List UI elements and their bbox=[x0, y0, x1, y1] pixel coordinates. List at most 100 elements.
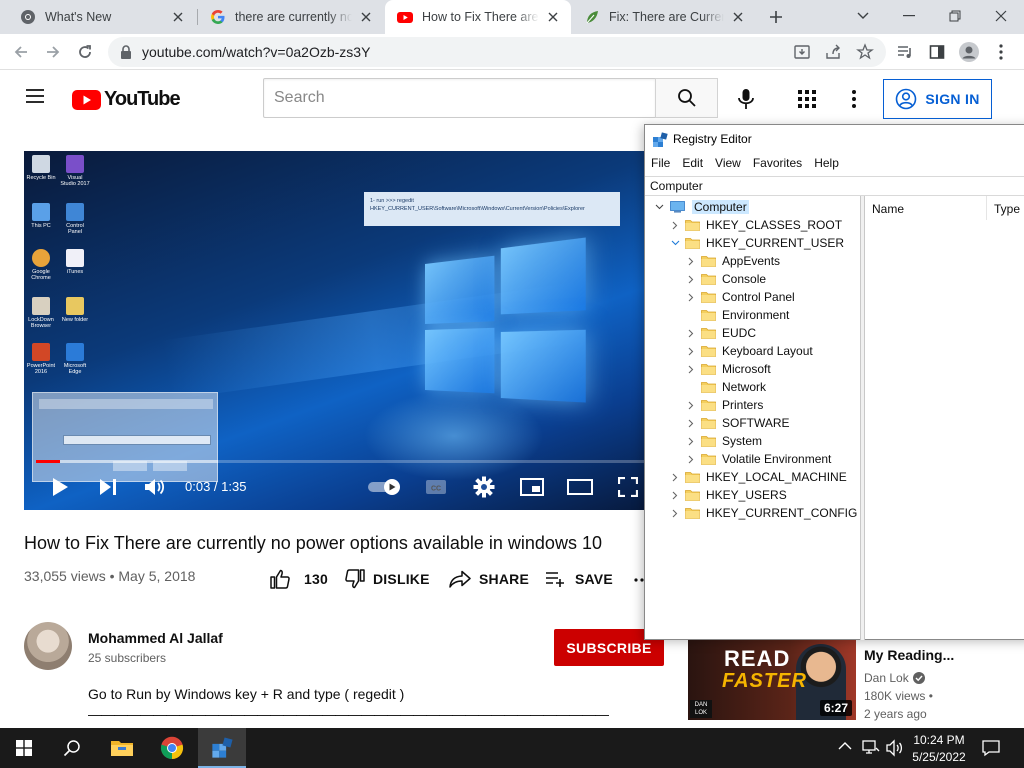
chevron-right-icon[interactable] bbox=[685, 327, 697, 339]
taskbar-clock[interactable]: 10:24 PM 5/25/2022 bbox=[908, 732, 970, 766]
column-header-type[interactable]: Type bbox=[987, 196, 1024, 220]
chrome-menu-icon[interactable] bbox=[988, 39, 1014, 65]
sign-in-button[interactable]: SIGN IN bbox=[883, 79, 992, 119]
registry-key-hkey-current-user[interactable]: HKEY_CURRENT_USER bbox=[669, 234, 844, 252]
theater-mode-icon[interactable] bbox=[566, 473, 594, 501]
registry-key-software[interactable]: SOFTWARE bbox=[685, 414, 790, 432]
chevron-right-icon[interactable] bbox=[685, 435, 697, 447]
tab-search-icon[interactable] bbox=[840, 0, 886, 32]
close-tab-icon[interactable] bbox=[730, 9, 746, 25]
registry-key-printers[interactable]: Printers bbox=[685, 396, 763, 414]
autoplay-toggle[interactable] bbox=[366, 473, 404, 501]
registry-key-hkey-local-machine[interactable]: HKEY_LOCAL_MACHINE bbox=[669, 468, 847, 486]
tab-whats-new[interactable]: What's New bbox=[8, 0, 196, 34]
registry-key-volatile-environment[interactable]: Volatile Environment bbox=[685, 450, 831, 468]
registry-key-hkey-current-config[interactable]: HKEY_CURRENT_CONFIG bbox=[669, 504, 857, 522]
chevron-right-icon[interactable] bbox=[669, 219, 681, 231]
youtube-logo[interactable]: YouTube bbox=[72, 88, 181, 111]
chevron-down-icon[interactable] bbox=[669, 237, 681, 249]
dislike-button[interactable]: DISLIKE bbox=[345, 568, 430, 590]
captions-icon[interactable]: CC bbox=[422, 473, 450, 501]
chevron-right-icon[interactable] bbox=[685, 291, 697, 303]
apps-grid-icon[interactable] bbox=[797, 89, 817, 109]
show-hidden-icons-chevron[interactable] bbox=[838, 741, 852, 751]
tab-google-search[interactable]: there are currently no power options ava… bbox=[198, 0, 384, 34]
play-button[interactable] bbox=[46, 473, 74, 501]
registry-key-hkey-classes-root[interactable]: HKEY_CLASSES_ROOT bbox=[669, 216, 842, 234]
channel-name[interactable]: Mohammed Al Jallaf bbox=[88, 630, 223, 646]
related-video-title[interactable]: My Reading... bbox=[864, 647, 954, 663]
new-tab-button[interactable] bbox=[764, 7, 788, 27]
registry-address-bar[interactable]: Computer bbox=[645, 176, 1024, 196]
chevron-right-icon[interactable] bbox=[669, 507, 681, 519]
related-video-channel[interactable]: Dan Lok bbox=[864, 671, 925, 685]
registry-key-console[interactable]: Console bbox=[685, 270, 766, 288]
registry-key-microsoft[interactable]: Microsoft bbox=[685, 360, 771, 378]
registry-key-eudc[interactable]: EUDC bbox=[685, 324, 756, 342]
menu-favorites[interactable]: Favorites bbox=[753, 156, 808, 174]
settings-more-icon[interactable] bbox=[852, 90, 856, 108]
start-button[interactable] bbox=[0, 728, 48, 768]
close-tab-icon[interactable] bbox=[170, 9, 186, 25]
registry-key-computer[interactable]: Computer bbox=[653, 198, 749, 216]
video-progress-bar[interactable] bbox=[36, 460, 644, 463]
chrome-taskbar-icon[interactable] bbox=[148, 728, 196, 768]
menu-help[interactable]: Help bbox=[814, 156, 845, 174]
notification-center-icon[interactable] bbox=[982, 739, 1000, 757]
menu-file[interactable]: File bbox=[651, 156, 676, 174]
menu-edit[interactable]: Edit bbox=[682, 156, 709, 174]
close-tab-icon[interactable] bbox=[545, 9, 561, 25]
chevron-down-icon[interactable] bbox=[653, 201, 665, 213]
registry-key-environment[interactable]: Environment bbox=[685, 306, 789, 324]
chevron-right-icon[interactable] bbox=[685, 417, 697, 429]
restore-button[interactable] bbox=[932, 0, 978, 32]
fullscreen-icon[interactable] bbox=[614, 473, 642, 501]
next-button[interactable] bbox=[96, 473, 120, 501]
bookmark-star-icon[interactable] bbox=[856, 43, 874, 61]
menu-view[interactable]: View bbox=[715, 156, 747, 174]
install-icon[interactable] bbox=[793, 43, 811, 61]
close-window-button[interactable] bbox=[978, 0, 1024, 32]
registry-key-keyboard-layout[interactable]: Keyboard Layout bbox=[685, 342, 813, 360]
registry-editor-taskbar-icon[interactable] bbox=[198, 728, 246, 768]
side-panel-icon[interactable] bbox=[924, 39, 950, 65]
address-bar[interactable]: youtube.com/watch?v=0a2Ozb-zs3Y bbox=[108, 37, 886, 67]
chevron-right-icon[interactable] bbox=[669, 489, 681, 501]
like-button[interactable]: 130 bbox=[270, 568, 328, 590]
chevron-right-icon[interactable] bbox=[685, 345, 697, 357]
registry-key-appevents[interactable]: AppEvents bbox=[685, 252, 780, 270]
channel-avatar[interactable] bbox=[24, 622, 72, 670]
chevron-right-icon[interactable] bbox=[685, 453, 697, 465]
forward-button[interactable] bbox=[40, 39, 66, 65]
registry-editor-window[interactable]: Registry Editor File Edit View Favorites… bbox=[644, 124, 1024, 640]
chevron-right-icon[interactable] bbox=[685, 399, 697, 411]
chevron-right-icon[interactable] bbox=[685, 255, 697, 267]
close-tab-icon[interactable] bbox=[358, 9, 374, 25]
registry-key-control-panel[interactable]: Control Panel bbox=[685, 288, 795, 306]
registry-key-hkey-users[interactable]: HKEY_USERS bbox=[669, 486, 787, 504]
chevron-right-icon[interactable] bbox=[685, 363, 697, 375]
column-header-name[interactable]: Name bbox=[865, 196, 987, 220]
file-explorer-icon[interactable] bbox=[98, 728, 146, 768]
search-button[interactable] bbox=[655, 78, 718, 118]
volume-icon[interactable] bbox=[142, 473, 168, 501]
chevron-right-icon[interactable] bbox=[669, 471, 681, 483]
registry-key-network[interactable]: Network bbox=[685, 378, 766, 396]
taskbar-search-button[interactable] bbox=[48, 728, 96, 768]
chevron-right-icon[interactable] bbox=[685, 273, 697, 285]
save-button[interactable]: SAVE bbox=[545, 568, 613, 590]
tab-fix-article[interactable]: Fix: There are Currently No Power Option… bbox=[572, 0, 756, 34]
search-input[interactable] bbox=[264, 79, 655, 117]
reload-button[interactable] bbox=[72, 39, 98, 65]
profile-avatar-icon[interactable] bbox=[956, 39, 982, 65]
tab-youtube-video[interactable]: How to Fix There are currently no power … bbox=[385, 0, 571, 34]
media-control-icon[interactable] bbox=[892, 39, 918, 65]
back-button[interactable] bbox=[8, 39, 34, 65]
share-page-icon[interactable] bbox=[824, 43, 842, 61]
more-actions-icon[interactable] bbox=[634, 578, 644, 582]
share-button[interactable]: SHARE bbox=[449, 568, 529, 590]
hamburger-menu-icon[interactable] bbox=[24, 87, 46, 105]
miniplayer-icon[interactable] bbox=[518, 473, 546, 501]
related-video-thumbnail[interactable]: READ FASTER DAN LOK 6:27 bbox=[688, 640, 856, 720]
settings-gear-icon[interactable] bbox=[470, 473, 498, 501]
